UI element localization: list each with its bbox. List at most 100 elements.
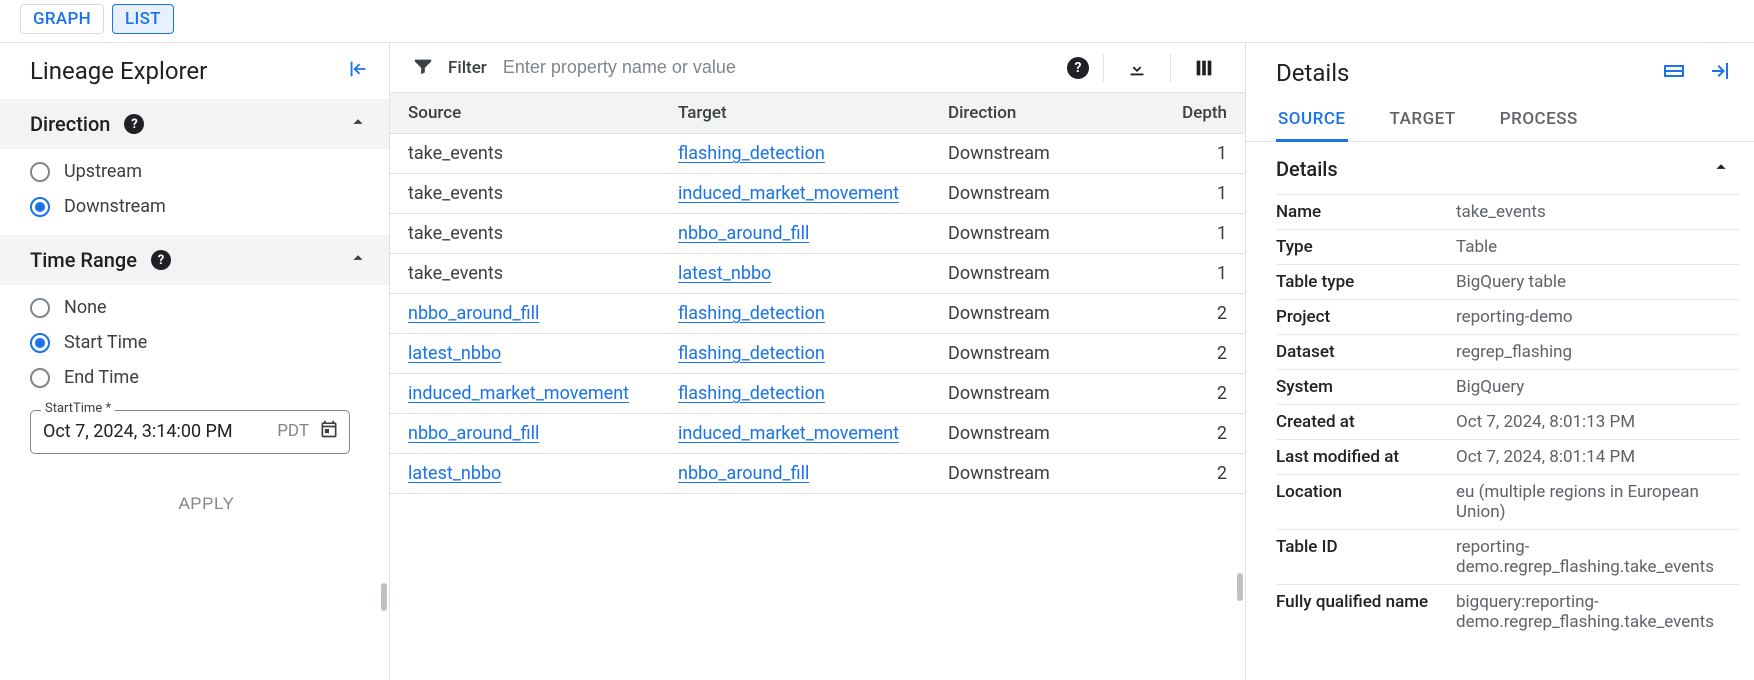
radio-icon [30, 368, 50, 388]
separator [1103, 54, 1104, 82]
kv-key: Fully qualified name [1276, 592, 1456, 632]
tab-target[interactable]: TARGET [1388, 99, 1458, 142]
source-link[interactable]: nbbo_around_fill [408, 303, 539, 324]
scrollbar-thumb[interactable] [381, 583, 387, 611]
col-source[interactable]: Source [390, 93, 660, 134]
source-link[interactable]: induced_market_movement [408, 383, 629, 404]
table-row: take_eventsflashing_detectionDownstream1 [390, 134, 1245, 174]
help-icon[interactable]: ? [1067, 57, 1089, 79]
kv-value: eu (multiple regions in European Union) [1456, 482, 1740, 522]
expand-panel-icon[interactable] [1662, 59, 1686, 87]
direction-cell: Downstream [930, 414, 1145, 454]
kv-value: reporting-demo [1456, 307, 1740, 327]
radio-time-start[interactable]: Start Time [30, 332, 369, 353]
kv-key: Name [1276, 202, 1456, 222]
details-section-toggle[interactable]: Details [1246, 142, 1754, 194]
tab-source[interactable]: SOURCE [1276, 99, 1348, 142]
table-row: take_eventsnbbo_around_fillDownstream1 [390, 214, 1245, 254]
kv-row: SystemBigQuery [1276, 369, 1740, 404]
details-title: Details [1276, 59, 1349, 87]
tab-list[interactable]: LIST [112, 4, 174, 34]
apply-button[interactable]: APPLY [44, 486, 369, 522]
time-range-section-toggle[interactable]: Time Range ? [0, 235, 389, 285]
direction-section-toggle[interactable]: Direction ? [0, 99, 389, 149]
lineage-list-panel: Filter ? Source Target Dire [390, 43, 1246, 680]
radio-upstream[interactable]: Upstream [30, 161, 369, 182]
chevron-up-icon [347, 247, 369, 273]
radio-time-none[interactable]: None [30, 297, 369, 318]
depth-cell: 1 [1145, 254, 1245, 294]
start-time-value: Oct 7, 2024, 3:14:00 PM [43, 421, 267, 442]
depth-cell: 1 [1145, 134, 1245, 174]
table-row: induced_market_movement flashing_detectio… [390, 374, 1245, 414]
radio-label: Downstream [64, 196, 166, 217]
table-row: take_events induced_market_movement Downst… [390, 174, 1245, 214]
radio-icon [30, 333, 50, 353]
target-link[interactable]: flashing_detection [678, 343, 825, 364]
col-depth[interactable]: Depth [1145, 93, 1245, 134]
depth-cell: 2 [1145, 374, 1245, 414]
kv-key: Type [1276, 237, 1456, 257]
field-notch-label: StartTime * [41, 401, 115, 416]
radio-time-end[interactable]: End Time [30, 367, 369, 388]
source-cell: take_events [390, 214, 660, 254]
source-link[interactable]: latest_nbbo [408, 463, 501, 484]
col-target[interactable]: Target [660, 93, 930, 134]
help-icon[interactable]: ? [124, 114, 144, 134]
kv-value: Oct 7, 2024, 8:01:13 PM [1456, 412, 1740, 432]
chevron-up-icon [347, 111, 369, 137]
kv-key: Table ID [1276, 537, 1456, 577]
col-direction[interactable]: Direction [930, 93, 1145, 134]
chevron-up-icon [1710, 156, 1732, 182]
filter-label: Filter [448, 58, 487, 78]
tab-graph[interactable]: GRAPH [20, 4, 104, 34]
download-button[interactable] [1118, 57, 1156, 79]
kv-key: Project [1276, 307, 1456, 327]
target-link[interactable]: flashing_detection [678, 143, 825, 164]
kv-row: Table IDreporting-demo.regrep_flashing.t… [1276, 529, 1740, 584]
target-link[interactable]: induced_market_movement [678, 423, 899, 444]
target-link[interactable]: latest_nbbo [678, 263, 771, 284]
radio-icon [30, 197, 50, 217]
help-icon[interactable]: ? [151, 250, 171, 270]
target-link[interactable]: flashing_detection [678, 383, 825, 404]
source-cell: take_events [390, 174, 660, 214]
direction-cell: Downstream [930, 294, 1145, 334]
kv-row: Last modified atOct 7, 2024, 8:01:14 PM [1276, 439, 1740, 474]
filter-input[interactable] [501, 53, 1053, 82]
target-link[interactable]: nbbo_around_fill [678, 223, 809, 244]
kv-value: take_events [1456, 202, 1740, 222]
kv-row: Nametake_events [1276, 194, 1740, 229]
kv-row: Created atOct 7, 2024, 8:01:13 PM [1276, 404, 1740, 439]
kv-value: BigQuery table [1456, 272, 1740, 292]
kv-row: TypeTable [1276, 229, 1740, 264]
kv-value: Oct 7, 2024, 8:01:14 PM [1456, 447, 1740, 467]
scrollbar-thumb[interactable] [1237, 573, 1243, 601]
kv-row: Fully qualified namebigquery:reporting-d… [1276, 584, 1740, 639]
kv-key: System [1276, 377, 1456, 397]
start-time-field[interactable]: StartTime * Oct 7, 2024, 3:14:00 PM PDT [30, 410, 350, 454]
direction-label: Direction [30, 112, 110, 136]
source-link[interactable]: nbbo_around_fill [408, 423, 539, 444]
kv-key: Table type [1276, 272, 1456, 292]
separator [1170, 54, 1171, 82]
table-row: latest_nbboflashing_detectionDownstream2 [390, 334, 1245, 374]
collapse-left-icon[interactable] [347, 58, 369, 84]
collapse-right-icon[interactable] [1708, 59, 1732, 87]
calendar-icon[interactable] [319, 419, 339, 443]
details-panel: Details SOURCE TARGET PROCESS Details [1246, 43, 1754, 680]
direction-cell: Downstream [930, 174, 1145, 214]
columns-button[interactable] [1185, 57, 1223, 79]
source-link[interactable]: latest_nbbo [408, 343, 501, 364]
radio-label: End Time [64, 367, 139, 388]
lineage-explorer-sidebar: Lineage Explorer Direction ? Upstream [0, 43, 390, 680]
depth-cell: 2 [1145, 454, 1245, 494]
direction-cell: Downstream [930, 374, 1145, 414]
time-range-label: Time Range [30, 248, 137, 272]
target-link[interactable]: flashing_detection [678, 303, 825, 324]
radio-downstream[interactable]: Downstream [30, 196, 369, 217]
filter-icon [412, 55, 434, 81]
tab-process[interactable]: PROCESS [1498, 99, 1580, 142]
target-link[interactable]: induced_market_movement [678, 183, 899, 204]
target-link[interactable]: nbbo_around_fill [678, 463, 809, 484]
